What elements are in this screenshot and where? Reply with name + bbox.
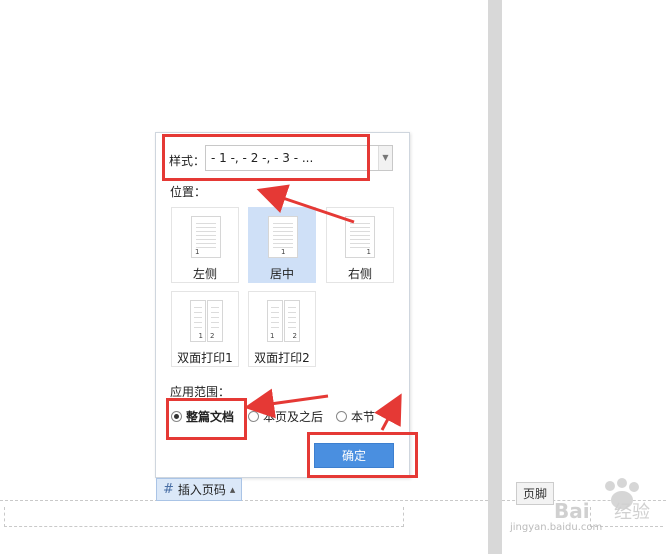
radio-icon[interactable] (248, 411, 259, 422)
scope-option-this-page-after[interactable]: 本页及之后 (248, 408, 323, 425)
duplex-page-icon: 1 (190, 300, 206, 342)
page-gutter (488, 0, 502, 554)
page-right-icon: 1 (345, 216, 375, 258)
position-label-right: 右侧 (347, 267, 372, 281)
watermark-url: jingyan.baidu.com (510, 522, 603, 533)
radio-icon[interactable] (336, 411, 347, 422)
scope-option-section[interactable]: 本节 (336, 408, 375, 425)
page-left-icon: 1 (191, 216, 221, 258)
position-label-duplex-2: 双面打印2 (254, 351, 310, 365)
svg-text:经验: 经验 (614, 502, 650, 523)
scope-option-label: 本页及之后 (263, 410, 324, 424)
svg-text:Bai: Bai (554, 499, 590, 523)
duplex-page-icon: 2 (207, 300, 223, 342)
highlight-ok-box (307, 432, 418, 478)
insert-page-number-label: 插入页码 (177, 483, 226, 497)
next-page (502, 0, 666, 554)
position-option-left[interactable]: 1 左侧 (171, 207, 239, 283)
position-option-right[interactable]: 1 右侧 (326, 207, 394, 283)
position-label: 位置： (170, 185, 207, 199)
insert-page-number-button[interactable]: # 插入页码 ▲ (156, 478, 243, 501)
footer-area[interactable] (4, 507, 404, 527)
position-option-duplex-1[interactable]: 1 2 双面打印1 (171, 291, 239, 367)
position-option-duplex-2[interactable]: 1 2 双面打印2 (248, 291, 316, 367)
hash-icon: # (163, 482, 174, 497)
highlight-scope-box (166, 398, 247, 440)
position-label-duplex-1: 双面打印1 (177, 351, 233, 365)
footer-tag: 页脚 (516, 482, 555, 505)
chevron-down-icon[interactable]: ▼ (378, 146, 392, 170)
position-option-center[interactable]: 1 居中 (248, 207, 316, 283)
page-center-icon: 1 (268, 216, 298, 258)
highlight-style-box (162, 134, 370, 181)
footer-boundary (0, 500, 488, 501)
position-label-center: 居中 (269, 267, 294, 281)
scope-option-label: 本节 (351, 410, 376, 424)
position-label-left: 左侧 (192, 267, 217, 281)
caret-up-icon: ▲ (229, 485, 236, 494)
duplex-page-icon: 1 (267, 300, 283, 342)
duplex-page-icon: 2 (284, 300, 300, 342)
